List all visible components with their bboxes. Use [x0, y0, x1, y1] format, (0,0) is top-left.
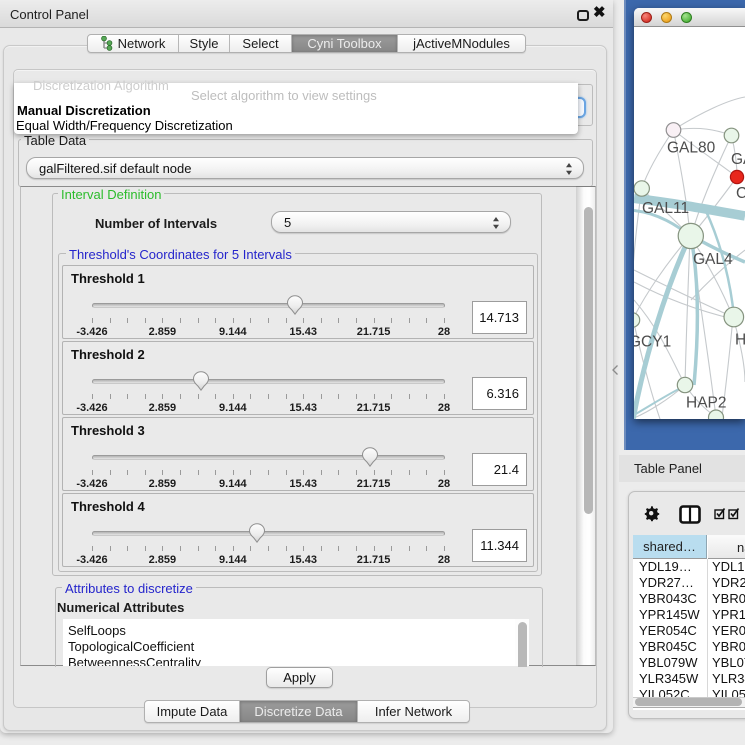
svg-text:GAL11: GAL11	[642, 200, 689, 217]
svg-text:GAL4: GAL4	[693, 251, 733, 268]
svg-text:GAL1: GAL1	[731, 151, 745, 168]
svg-text:HAP2: HAP2	[686, 395, 727, 412]
svg-text:CD: CD	[736, 185, 745, 202]
svg-text:GCY1: GCY1	[634, 334, 671, 351]
svg-text:GAL80: GAL80	[667, 140, 716, 157]
svg-text:HA: HA	[735, 332, 745, 349]
